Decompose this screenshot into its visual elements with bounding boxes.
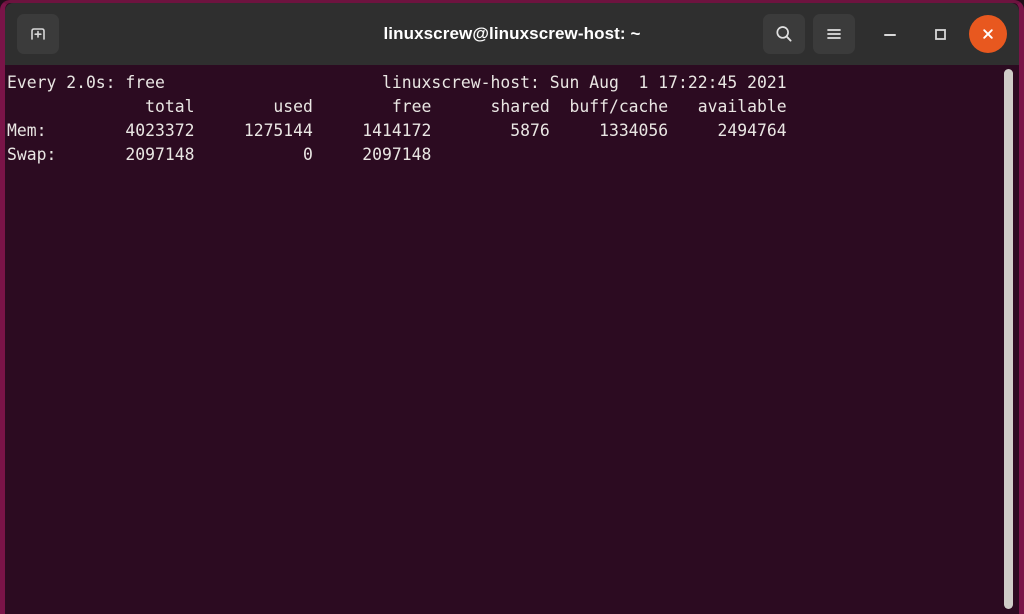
table-row-swap: Swap: 2097148 0 2097148: [7, 143, 1019, 167]
minimize-button[interactable]: [869, 14, 911, 54]
table-row-mem: Mem: 4023372 1275144 1414172 5876 133405…: [7, 119, 1019, 143]
hamburger-menu-icon: [823, 23, 845, 45]
terminal-window: linuxscrew@linuxscrew-host: ~: [0, 0, 1024, 614]
table-header-line: total used free shared buff/cache availa…: [7, 95, 1019, 119]
menu-button[interactable]: [813, 14, 855, 54]
search-button[interactable]: [763, 14, 805, 54]
new-tab-icon: [28, 24, 48, 44]
maximize-icon: [929, 23, 951, 45]
watch-header-line: Every 2.0s: free linuxscrew-host: Sun Au…: [7, 71, 1019, 95]
new-tab-button[interactable]: [17, 14, 59, 54]
minimize-icon: [879, 23, 901, 45]
maximize-button[interactable]: [919, 14, 961, 54]
close-icon: [979, 25, 997, 43]
terminal-content[interactable]: Every 2.0s: free linuxscrew-host: Sun Au…: [5, 65, 1019, 614]
search-icon: [773, 23, 795, 45]
title-bar: linuxscrew@linuxscrew-host: ~: [5, 3, 1019, 65]
vertical-scrollbar[interactable]: [1004, 69, 1013, 609]
close-button[interactable]: [969, 15, 1007, 53]
window-controls: [763, 14, 1007, 54]
